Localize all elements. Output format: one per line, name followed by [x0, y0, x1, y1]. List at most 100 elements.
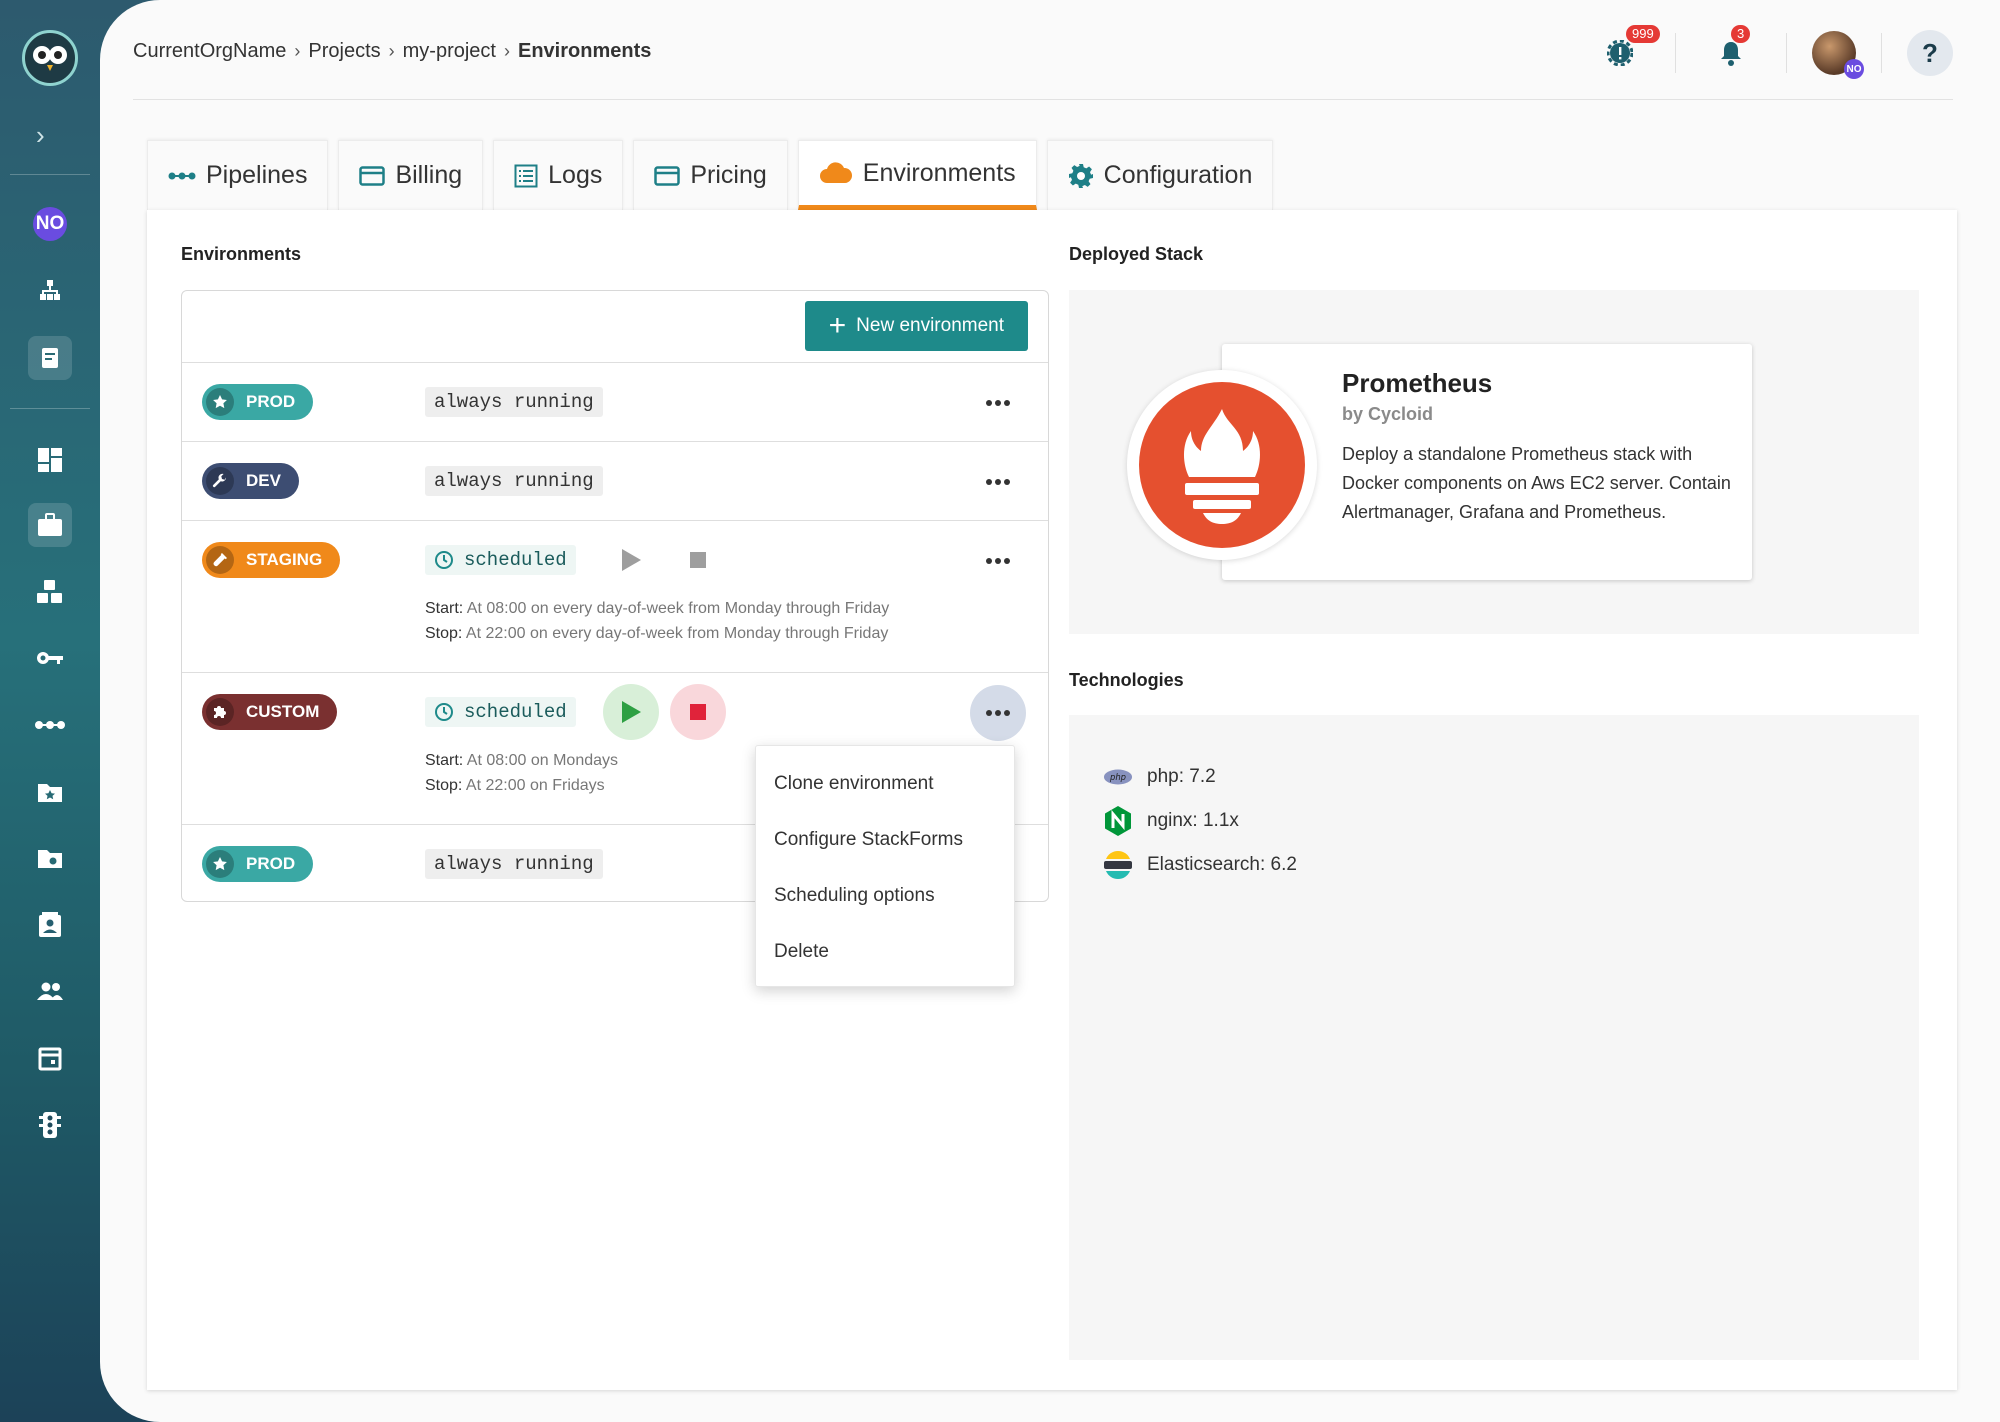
tab-label: Logs [548, 161, 603, 189]
environment-name: STAGING [246, 550, 323, 569]
events-badge: 999 [1626, 25, 1660, 43]
environment-row-prod[interactable]: PROD always running [182, 363, 1048, 442]
more-options-button[interactable] [970, 685, 1026, 741]
project-icon[interactable] [28, 336, 72, 380]
environment-mode: always running [425, 387, 603, 417]
environment-options-menu: Clone environment Configure StackForms S… [755, 745, 1015, 987]
stop-schedule: At 22:00 on every day-of-week from Monda… [465, 625, 889, 642]
sidebar-divider [10, 408, 90, 409]
users-icon[interactable] [28, 969, 72, 1013]
main-panel: CurrentOrgName › Projects › my-project ›… [100, 0, 2000, 1422]
deployed-stack-title: Deployed Stack [1069, 244, 1204, 264]
prometheus-logo-icon [1139, 382, 1305, 548]
menu-item-configure-stackforms[interactable]: Configure StackForms [756, 812, 1014, 868]
menu-item-clone-environment[interactable]: Clone environment [756, 756, 1014, 812]
tab-label: Configuration [1103, 161, 1253, 189]
breadcrumb-projects[interactable]: Projects [308, 40, 380, 63]
expand-sidebar-chevron-icon[interactable]: › [36, 120, 45, 151]
play-icon [622, 701, 641, 723]
tech-label: Elasticsearch: 6.2 [1147, 854, 1297, 875]
contact-card-icon[interactable] [28, 903, 72, 947]
tab-billing[interactable]: Billing [338, 140, 484, 210]
stop-label: Stop: [425, 625, 463, 642]
breadcrumb-org[interactable]: CurrentOrgName [133, 40, 286, 63]
credit-card-icon [359, 165, 386, 186]
project-tabs: Pipelines Billing Logs Pricing Environme… [147, 140, 1274, 210]
pipeline-icon [168, 171, 196, 181]
pipeline-icon[interactable] [28, 703, 72, 747]
briefcase-icon[interactable] [28, 503, 72, 547]
dashboard-icon[interactable] [28, 438, 72, 482]
stack-logo [1127, 370, 1317, 560]
tab-pricing[interactable]: Pricing [633, 140, 788, 210]
menu-item-scheduling-options[interactable]: Scheduling options [756, 868, 1014, 924]
new-environment-button[interactable]: + New environment [804, 301, 1028, 351]
more-options-button[interactable] [978, 462, 1018, 502]
breadcrumb-project[interactable]: my-project [403, 40, 496, 63]
environment-badge: DEV [202, 463, 299, 499]
stack-name: Prometheus [1342, 368, 1493, 398]
stop-button[interactable] [670, 684, 726, 740]
technologies-list: php php: 7.2 nginx: 1.1x Elasticsearch: … [1103, 755, 1297, 887]
environment-badge: CUSTOM [202, 694, 338, 730]
star-icon [206, 388, 234, 416]
top-bar: CurrentOrgName › Projects › my-project ›… [133, 0, 1953, 100]
puzzle-icon [206, 698, 234, 726]
environment-name: PROD [246, 392, 296, 411]
environment-mode: always running [425, 849, 603, 879]
credit-card-icon [654, 165, 681, 186]
environments-list-header: + New environment [182, 291, 1048, 363]
help-button[interactable]: ? [1907, 30, 1953, 76]
technologies-area: php php: 7.2 nginx: 1.1x Elasticsearch: … [1069, 715, 1919, 1360]
notifications-button[interactable]: 3 [1701, 25, 1761, 78]
php-icon: php [1103, 762, 1133, 792]
stop-schedule: At 22:00 on Fridays [465, 777, 605, 794]
tech-item-php: php php: 7.2 [1103, 755, 1297, 799]
user-org-badge: NO [1844, 59, 1864, 79]
bell-icon [1721, 42, 1741, 66]
tab-environments[interactable]: Environments [797, 140, 1037, 210]
plus-icon: + [828, 309, 847, 342]
environment-row-dev[interactable]: DEV always running [182, 442, 1048, 521]
schedule-info: Start: At 08:00 on Mondays Stop: At 22:0… [425, 748, 618, 798]
breadcrumb-separator-icon: › [294, 41, 301, 61]
header-divider [1881, 33, 1882, 73]
menu-item-delete[interactable]: Delete [756, 924, 1014, 980]
environment-mode: scheduled [425, 545, 576, 575]
top-icons: 999 3 NO ? [1590, 25, 1953, 79]
start-button[interactable] [603, 684, 659, 740]
tab-configuration[interactable]: Configuration [1046, 140, 1274, 210]
stack-author: by Cycloid [1342, 404, 1434, 424]
new-environment-label: New environment [856, 315, 1004, 336]
environment-row-staging[interactable]: STAGING scheduled Start: At 08:00 on eve… [182, 521, 1048, 673]
breadcrumb-current: Environments [518, 40, 652, 62]
environment-name: PROD [246, 854, 296, 873]
org-avatar[interactable]: NO [33, 207, 67, 241]
stop-button[interactable] [670, 532, 726, 588]
sidebar: › NO [0, 0, 100, 1422]
tab-label: Pricing [690, 161, 767, 189]
breadcrumb: CurrentOrgName › Projects › my-project ›… [133, 40, 651, 63]
more-options-button[interactable] [978, 541, 1018, 581]
start-button[interactable] [603, 532, 659, 588]
tab-logs[interactable]: Logs [493, 140, 624, 210]
nginx-icon [1103, 806, 1133, 836]
key-icon[interactable] [28, 636, 72, 680]
more-options-button[interactable] [978, 383, 1018, 423]
test-tube-icon [206, 546, 234, 574]
user-avatar[interactable]: NO [1812, 31, 1864, 79]
events-button[interactable]: 999 [1590, 25, 1660, 78]
sitemap-icon[interactable] [28, 268, 72, 312]
owl-logo-icon[interactable] [22, 30, 78, 86]
start-schedule: At 08:00 on Mondays [466, 752, 619, 769]
traffic-light-icon[interactable] [28, 1103, 72, 1147]
tab-pipelines[interactable]: Pipelines [147, 140, 329, 210]
folder-star-icon[interactable] [28, 770, 72, 814]
calendar-icon[interactable] [28, 1036, 72, 1080]
alert-gear-icon [1607, 40, 1633, 66]
schedule-info: Start: At 08:00 on every day-of-week fro… [425, 596, 889, 646]
notifications-badge: 3 [1731, 25, 1751, 43]
svg-text:php: php [1109, 772, 1126, 782]
cubes-icon[interactable] [28, 570, 72, 614]
folder-settings-icon[interactable] [28, 836, 72, 880]
